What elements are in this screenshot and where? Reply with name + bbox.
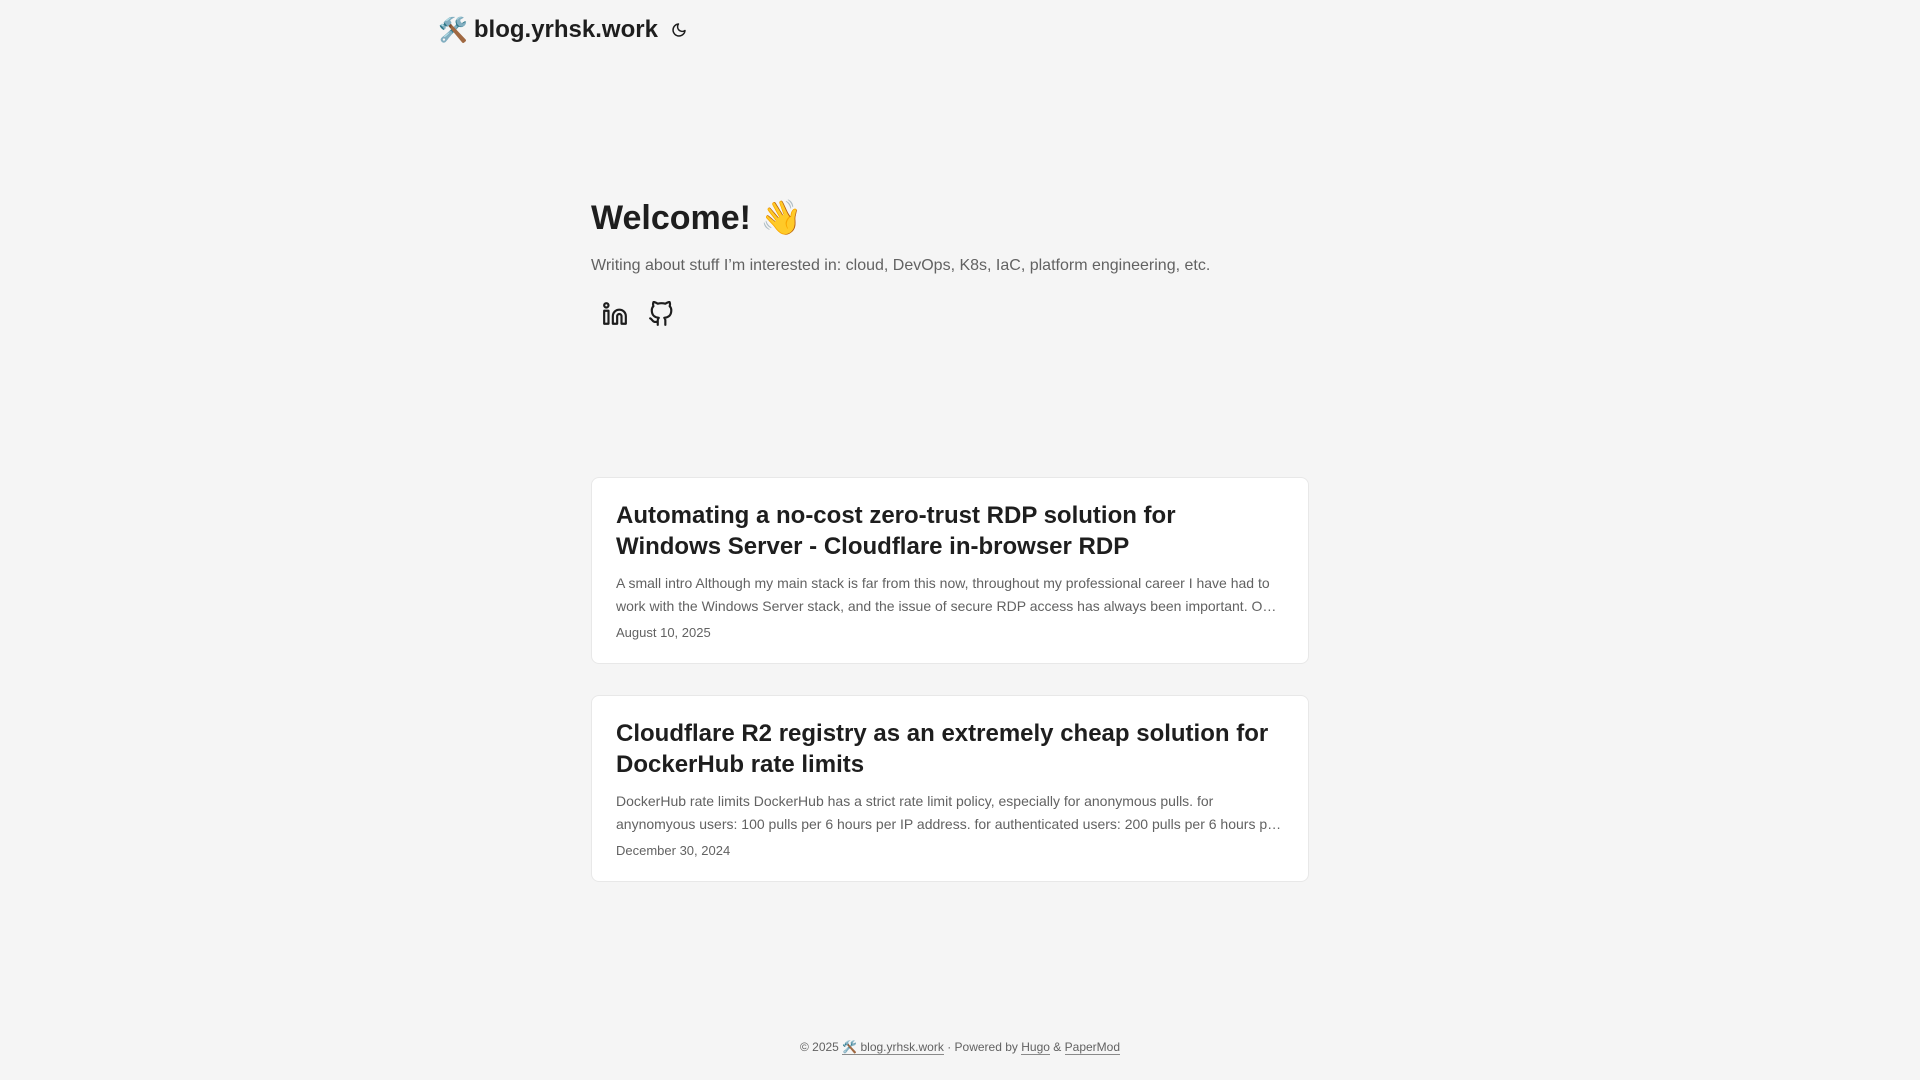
- site-footer: © 2025 🛠️ blog.yrhsk.work · Powered by H…: [0, 1040, 1920, 1055]
- post-summary: A small intro Although my main stack is …: [616, 575, 1278, 614]
- linkedin-link[interactable]: [601, 300, 629, 328]
- ampersand-text: &: [1053, 1040, 1062, 1054]
- home-info: Welcome! 👋 Writing about stuff I’m inter…: [591, 196, 1311, 328]
- post-date: August 10, 2025: [616, 625, 711, 640]
- social-icons: [601, 300, 1311, 328]
- linkedin-icon: [603, 302, 627, 325]
- post-date: December 30, 2024: [616, 843, 731, 858]
- github-icon: [649, 301, 673, 326]
- papermod-link[interactable]: PaperMod: [1064, 1040, 1121, 1055]
- footer-separator: ·: [947, 1040, 952, 1054]
- site-logo-link[interactable]: 🛠️ blog.yrhsk.work: [438, 16, 658, 45]
- moon-icon: [672, 23, 686, 37]
- github-link[interactable]: [647, 300, 675, 328]
- page-subtitle: Writing about stuff I’m interested in: c…: [591, 257, 1211, 274]
- page-title: Welcome! 👋: [591, 199, 803, 237]
- hugo-link[interactable]: Hugo: [1021, 1040, 1050, 1055]
- post-title[interactable]: Cloudflare R2 registry as an extremely c…: [616, 718, 1284, 780]
- powered-by-text: Powered by: [954, 1040, 1018, 1054]
- post-card[interactable]: Automating a no-cost zero-trust RDP solu…: [591, 477, 1309, 664]
- post-title[interactable]: Automating a no-cost zero-trust RDP solu…: [616, 500, 1284, 562]
- copyright-text: © 2025: [799, 1040, 839, 1054]
- tools-icon: 🛠️: [438, 16, 468, 44]
- post-summary: DockerHub rate limits DockerHub has a st…: [616, 793, 1280, 832]
- footer-site-link[interactable]: 🛠️ blog.yrhsk.work: [842, 1040, 944, 1055]
- theme-toggle-button[interactable]: [668, 19, 690, 41]
- site-name: blog.yrhsk.work: [473, 16, 658, 43]
- post-card[interactable]: Cloudflare R2 registry as an extremely c…: [591, 695, 1309, 882]
- site-header: 🛠️ blog.yrhsk.work: [438, 12, 690, 48]
